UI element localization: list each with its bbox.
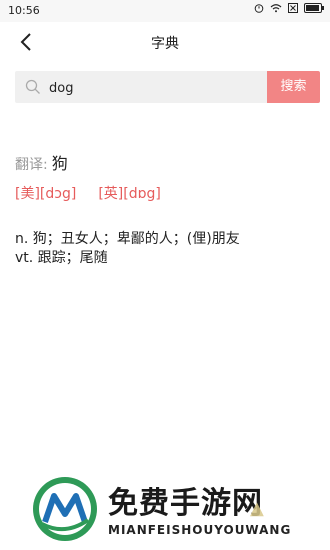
watermark-subtitle: MIANFEISHOUYOUWANG [108, 523, 292, 537]
status-icons [254, 3, 324, 13]
page-title: 字典 [151, 36, 179, 52]
status-bar: 10:56 [0, 0, 330, 22]
translation-label: 翻译: [15, 157, 48, 173]
nav-bar: 字典 [0, 22, 330, 62]
close-box-icon [288, 3, 298, 13]
watermark: 免费手游网 MIANFEISHOUYOUWANG ▲ [0, 470, 330, 550]
translation-value: 狗 [51, 154, 68, 173]
search-box[interactable] [15, 71, 267, 105]
battery-fill [306, 5, 319, 11]
phonetic-uk[interactable]: [英][dɒg] [98, 183, 161, 203]
search-input[interactable] [47, 71, 261, 105]
search-row: 搜索 [15, 71, 320, 105]
watermark-fans-mark: ▲ [250, 498, 264, 519]
phonetic-row: [美][dɔg] [英][dɒg] [15, 183, 161, 203]
site-logo-icon [33, 477, 97, 541]
status-time: 10:56 [8, 4, 40, 17]
definition-line: vt. 跟踪；尾随 [15, 250, 108, 266]
search-icon [25, 79, 40, 94]
phonetic-us[interactable]: [美][dɔg] [15, 183, 76, 203]
definition-line: n. 狗；丑女人；卑鄙的人；(俚)朋友 [15, 231, 240, 247]
watermark-title: 免费手游网 [108, 486, 263, 521]
search-button[interactable]: 搜索 [267, 71, 320, 103]
definitions: n. 狗；丑女人；卑鄙的人；(俚)朋友 vt. 跟踪；尾随 [15, 230, 240, 268]
alarm-icon [254, 4, 264, 13]
battery-icon [304, 3, 324, 13]
wifi-icon [270, 4, 282, 13]
translation-row: 翻译: 狗 [15, 150, 68, 174]
